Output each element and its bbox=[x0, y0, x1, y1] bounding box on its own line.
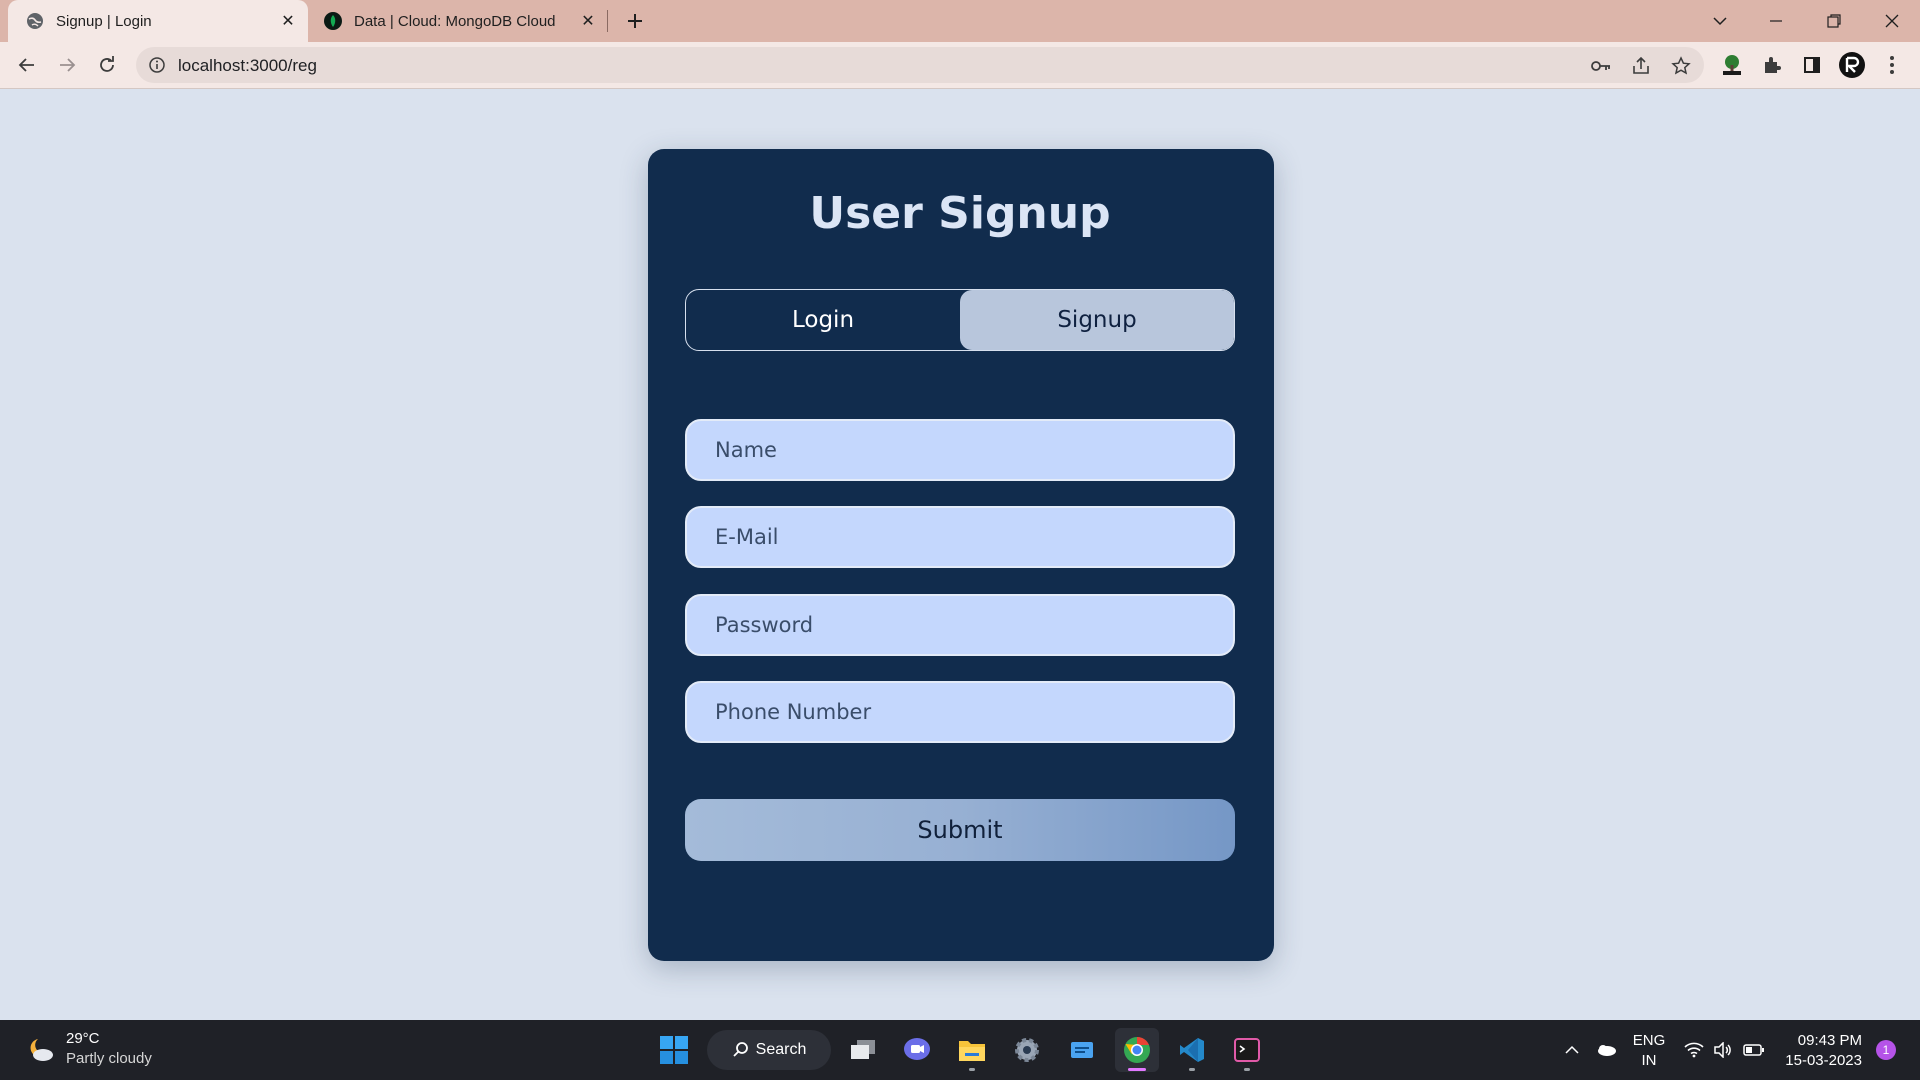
profile-avatar[interactable] bbox=[1836, 49, 1868, 81]
task-view-button[interactable] bbox=[841, 1028, 885, 1072]
close-icon bbox=[1885, 14, 1899, 28]
url-text[interactable]: localhost:3000/reg bbox=[178, 56, 317, 76]
browser-toolbar: localhost:3000/reg bbox=[0, 42, 1920, 89]
forward-button[interactable] bbox=[51, 49, 83, 81]
taskbar-search[interactable]: Search bbox=[707, 1030, 831, 1070]
login-signup-toggle: Login Signup bbox=[685, 289, 1235, 351]
language-line2: IN bbox=[1641, 1052, 1657, 1069]
restore-icon bbox=[1827, 14, 1841, 28]
taskbar: 29°C Partly cloudy Search ENG IN 09:43 P… bbox=[0, 1020, 1920, 1080]
name-input[interactable] bbox=[685, 419, 1235, 481]
chevron-up-icon bbox=[1565, 1045, 1579, 1054]
start-button[interactable] bbox=[652, 1028, 696, 1072]
extensions-puzzle-icon[interactable] bbox=[1756, 49, 1788, 81]
side-panel-icon[interactable] bbox=[1796, 49, 1828, 81]
chrome-icon bbox=[1124, 1037, 1150, 1063]
file-explorer-button[interactable] bbox=[950, 1028, 994, 1072]
arrow-right-icon bbox=[60, 58, 76, 72]
onedrive-icon[interactable] bbox=[1595, 1020, 1617, 1080]
globe-icon bbox=[26, 12, 44, 30]
language-indicator[interactable]: ENG IN bbox=[1628, 1031, 1670, 1071]
key-icon[interactable] bbox=[1590, 55, 1612, 77]
window-app-icon bbox=[1071, 1042, 1093, 1058]
phone-number-input[interactable] bbox=[685, 681, 1235, 743]
close-tab-icon[interactable]: ✕ bbox=[276, 9, 300, 33]
tab-divider bbox=[607, 10, 608, 32]
close-window-button[interactable] bbox=[1864, 0, 1920, 42]
arrow-left-icon bbox=[18, 58, 34, 72]
vscode-icon bbox=[1180, 1038, 1204, 1062]
weather-temp: 29°C bbox=[66, 1030, 100, 1047]
page-title: User Signup bbox=[809, 188, 1111, 239]
battery-icon[interactable] bbox=[1743, 1020, 1765, 1080]
chevron-down-icon bbox=[1713, 17, 1727, 26]
back-button[interactable] bbox=[11, 49, 43, 81]
terminal-button[interactable] bbox=[1225, 1028, 1269, 1072]
settings-button[interactable] bbox=[1005, 1028, 1049, 1072]
active-indicator bbox=[1128, 1068, 1146, 1071]
store-app-button[interactable] bbox=[1060, 1028, 1104, 1072]
partly-cloudy-icon bbox=[30, 1039, 53, 1061]
menu-kebab-icon[interactable] bbox=[1876, 49, 1908, 81]
tab-signup-login[interactable]: Signup | Login ✕ bbox=[8, 0, 308, 42]
chrome-button[interactable] bbox=[1115, 1028, 1159, 1072]
teams-chat-button[interactable] bbox=[895, 1028, 939, 1072]
windows-logo-icon bbox=[660, 1036, 688, 1064]
tab-title: Data | Cloud: MongoDB Cloud bbox=[354, 12, 556, 30]
extension-html-icon[interactable] bbox=[1716, 49, 1748, 81]
minimize-button[interactable] bbox=[1748, 0, 1804, 42]
tab-title: Signup | Login bbox=[56, 12, 152, 30]
new-tab-button[interactable] bbox=[620, 6, 650, 36]
terminal-icon bbox=[1234, 1038, 1260, 1062]
language-line1: ENG bbox=[1632, 1032, 1666, 1049]
running-indicator bbox=[1189, 1068, 1195, 1071]
site-info-icon[interactable] bbox=[148, 56, 166, 79]
mongodb-leaf-icon bbox=[324, 12, 342, 30]
weather-condition: Partly cloudy bbox=[66, 1050, 152, 1067]
password-input[interactable] bbox=[685, 594, 1235, 656]
tab-strip: Signup | Login ✕ Data | Cloud: MongoDB C… bbox=[0, 0, 1920, 42]
task-view-icon bbox=[851, 1040, 875, 1059]
signup-toggle-button[interactable]: Signup bbox=[960, 290, 1234, 350]
vscode-button[interactable] bbox=[1170, 1028, 1214, 1072]
show-hidden-icons-button[interactable] bbox=[1564, 1020, 1580, 1080]
search-label: Search bbox=[755, 1041, 807, 1058]
reload-icon bbox=[100, 56, 114, 72]
weather-widget[interactable]: 29°C Partly cloudy bbox=[24, 1029, 152, 1069]
share-icon[interactable] bbox=[1630, 55, 1652, 77]
address-bar[interactable]: localhost:3000/reg bbox=[136, 47, 1704, 83]
bookmark-star-icon[interactable] bbox=[1670, 55, 1692, 77]
volume-icon[interactable] bbox=[1713, 1020, 1733, 1080]
login-toggle-button[interactable]: Login bbox=[686, 290, 960, 350]
clock-date: 15-03-2023 bbox=[1785, 1052, 1862, 1069]
search-icon bbox=[733, 1042, 748, 1057]
plus-icon bbox=[628, 14, 642, 28]
running-indicator bbox=[969, 1068, 975, 1071]
close-tab-icon[interactable]: ✕ bbox=[576, 9, 600, 33]
minimize-icon bbox=[1770, 20, 1782, 22]
chat-icon bbox=[904, 1038, 930, 1060]
notification-badge[interactable]: 1 bbox=[1876, 1040, 1896, 1060]
wifi-icon[interactable] bbox=[1684, 1020, 1704, 1080]
folder-icon bbox=[959, 1041, 985, 1061]
tab-mongodb-cloud[interactable]: Data | Cloud: MongoDB Cloud ✕ bbox=[312, 0, 608, 42]
tab-search-button[interactable] bbox=[1692, 0, 1748, 42]
clock-time: 09:43 PM bbox=[1797, 1032, 1862, 1049]
gear-icon bbox=[1015, 1038, 1039, 1062]
email-input[interactable] bbox=[685, 506, 1235, 568]
reload-button[interactable] bbox=[91, 49, 123, 81]
clock[interactable]: 09:43 PM 15-03-2023 bbox=[1770, 1031, 1862, 1071]
restore-button[interactable] bbox=[1806, 0, 1862, 42]
submit-button[interactable]: Submit bbox=[685, 799, 1235, 861]
running-indicator bbox=[1244, 1068, 1250, 1071]
